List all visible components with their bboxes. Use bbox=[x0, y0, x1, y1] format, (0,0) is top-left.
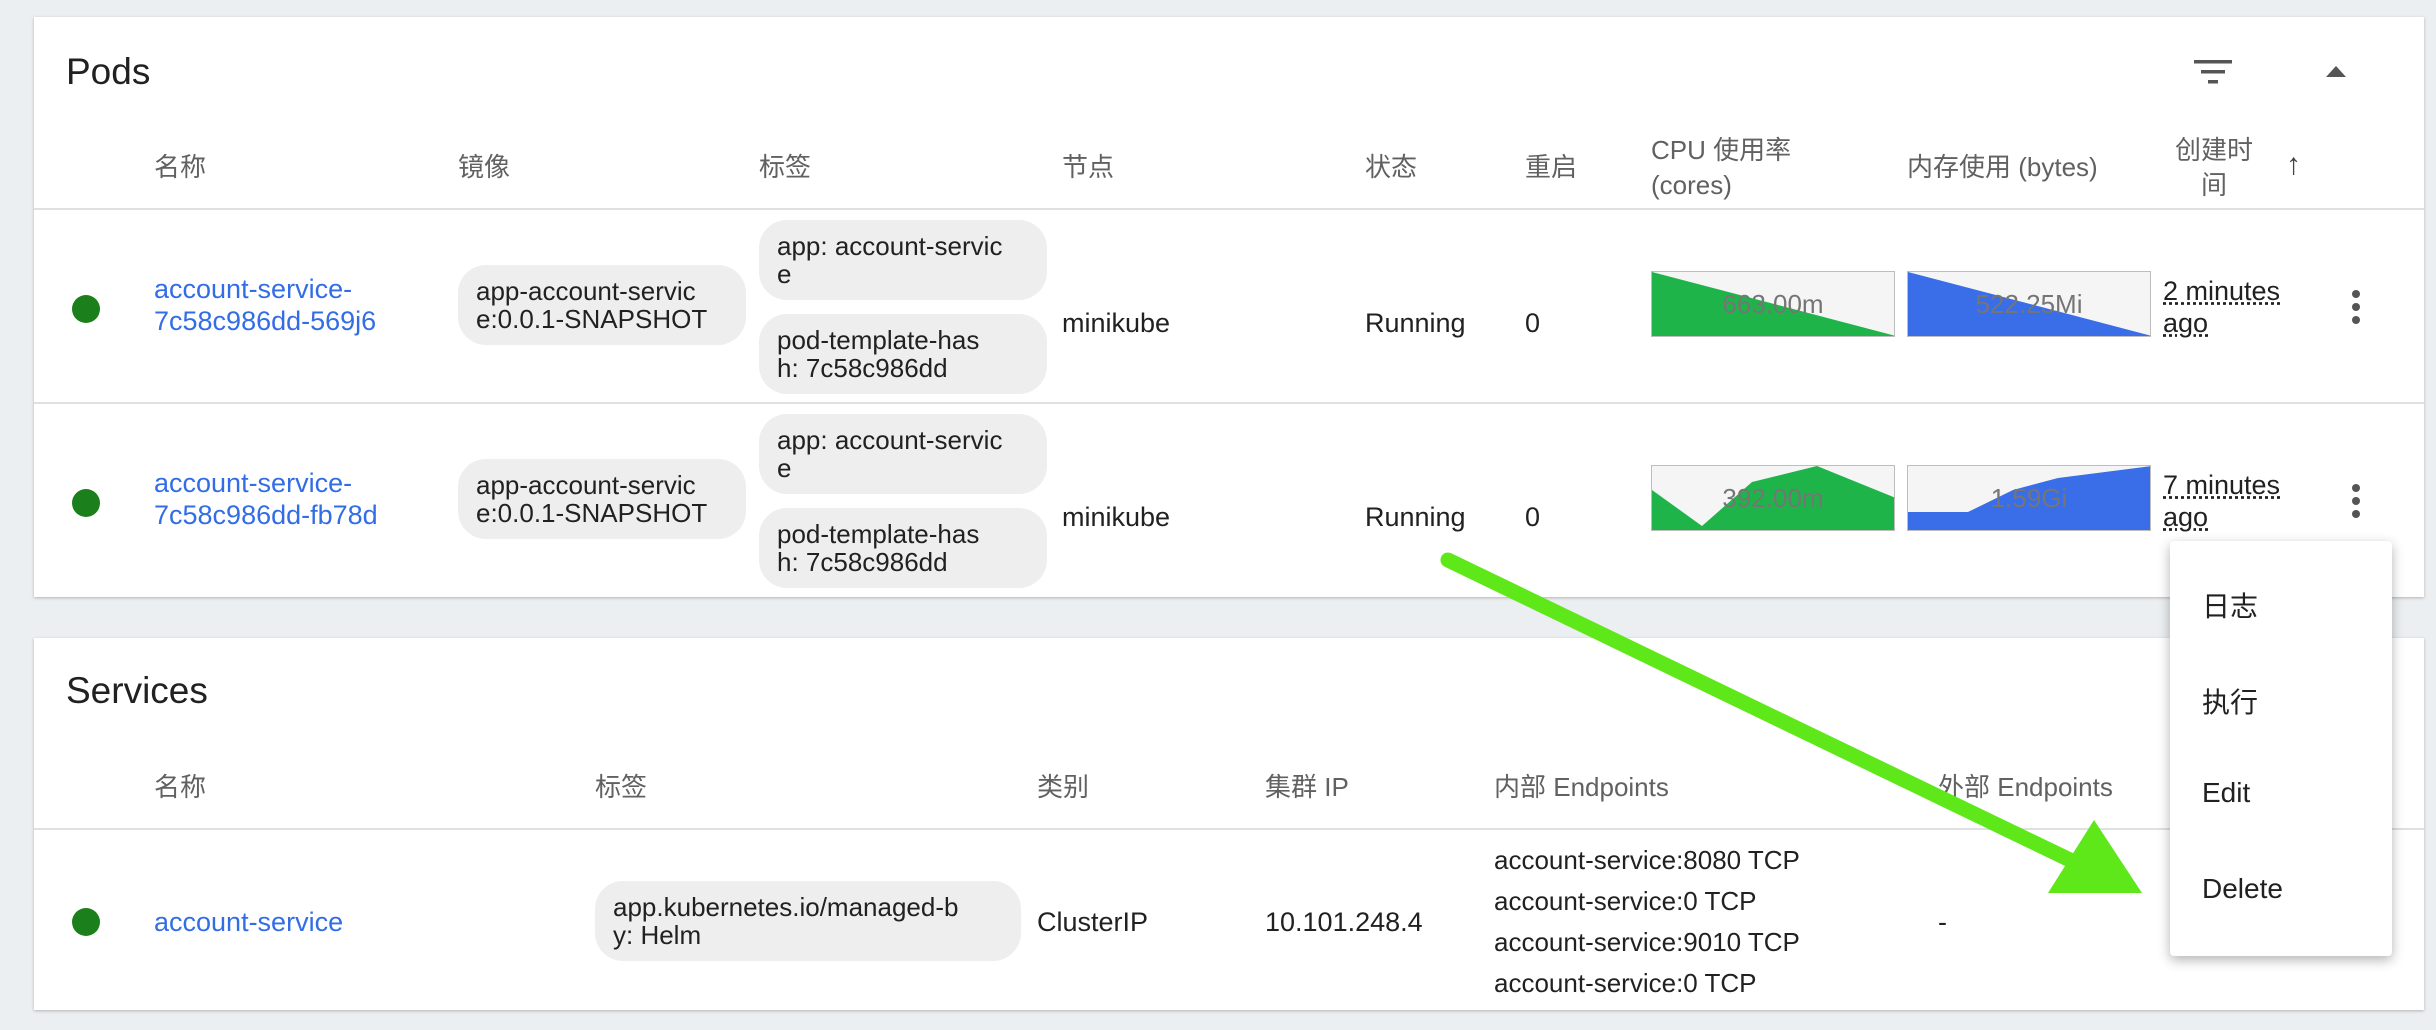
service-name-link[interactable]: account-service bbox=[154, 906, 343, 938]
header-cpu-line1: CPU 使用率 bbox=[1651, 135, 1792, 165]
label-line2: e bbox=[777, 453, 792, 483]
header-internal-endpoints[interactable]: 内部 Endpoints bbox=[1494, 770, 1669, 805]
header-created-line2: 间 bbox=[2201, 170, 2228, 200]
image-line1: app-account-servic bbox=[476, 470, 696, 500]
header-type[interactable]: 类别 bbox=[1037, 770, 1089, 805]
pods-title: Pods bbox=[66, 51, 151, 92]
pod-node: minikube bbox=[1062, 308, 1171, 338]
pod-age-line1: 7 minutes bbox=[2163, 470, 2281, 500]
header-status[interactable]: 状态 bbox=[1365, 150, 1417, 185]
image-line2: e:0.0.1-SNAPSHOT bbox=[476, 498, 708, 528]
label-line1: pod-template-has bbox=[777, 325, 980, 355]
menu-item-logs[interactable]: 日志 bbox=[2202, 585, 2258, 625]
header-cpu-line2: (cores) bbox=[1651, 170, 1732, 200]
header-memory[interactable]: 内存使用 (bytes) bbox=[1907, 150, 2098, 185]
filter-icon[interactable] bbox=[2194, 57, 2232, 87]
sort-ascending-icon[interactable]: ↑ bbox=[2286, 147, 2301, 182]
header-created-line1: 创建时 bbox=[2175, 135, 2254, 165]
menu-item-delete[interactable]: Delete bbox=[2202, 873, 2283, 905]
label-chip: app.kubernetes.io/managed-b y: Helm bbox=[595, 881, 1021, 961]
pod-name-link[interactable]: account-service- 7c58c986dd-fb78d bbox=[154, 467, 378, 531]
header-labels[interactable]: 标签 bbox=[595, 770, 647, 805]
label-line1: app: account-servic bbox=[777, 425, 1003, 455]
cpu-value: 392.00m bbox=[1722, 483, 1824, 513]
label-chip: app: account-servic e bbox=[759, 414, 1047, 494]
menu-item-edit[interactable]: Edit bbox=[2202, 777, 2250, 809]
label-chip: pod-template-has h: 7c58c986dd bbox=[759, 508, 1047, 588]
endpoint-item: account-service:0 TCP bbox=[1494, 886, 1757, 916]
header-node[interactable]: 节点 bbox=[1062, 150, 1114, 185]
header-created[interactable]: 创建时 间 bbox=[2175, 133, 2253, 203]
pod-age-line1: 2 minutes bbox=[2163, 276, 2281, 306]
memory-value: 522.25Mi bbox=[1975, 289, 2083, 319]
header-divider bbox=[34, 208, 2424, 210]
external-endpoints: - bbox=[1938, 907, 1947, 937]
running-status-icon bbox=[72, 908, 100, 936]
cpu-value: 663.00m bbox=[1722, 289, 1824, 319]
label-line1: app.kubernetes.io/managed-b bbox=[613, 892, 959, 922]
image-line2: e:0.0.1-SNAPSHOT bbox=[476, 304, 708, 334]
header-labels[interactable]: 标签 bbox=[759, 150, 811, 185]
pod-name-line2: 7c58c986dd-569j6 bbox=[154, 306, 377, 336]
pod-age[interactable]: 2 minutes ago bbox=[2163, 275, 2280, 339]
memory-sparkline[interactable]: 1.59Gi bbox=[1907, 465, 2151, 531]
header-image[interactable]: 镜像 bbox=[458, 150, 510, 185]
label-chip: pod-template-has h: 7c58c986dd bbox=[759, 314, 1047, 394]
pod-name-line1: account-service- bbox=[154, 468, 353, 498]
header-name[interactable]: 名称 bbox=[154, 150, 206, 185]
cpu-sparkline[interactable]: 663.00m bbox=[1651, 271, 1895, 337]
more-vert-icon[interactable] bbox=[2352, 290, 2360, 329]
label-line1: app: account-servic bbox=[777, 231, 1003, 261]
pod-restarts: 0 bbox=[1525, 502, 1541, 532]
label-line2: h: 7c58c986dd bbox=[777, 353, 948, 383]
internal-endpoints: account-service:8080 TCP account-service… bbox=[1494, 840, 1800, 1004]
memory-value: 1.59Gi bbox=[1990, 483, 2068, 513]
image-chip: app-account-servic e:0.0.1-SNAPSHOT bbox=[458, 265, 746, 345]
pod-node: minikube bbox=[1062, 502, 1171, 532]
service-cluster-ip: 10.101.248.4 bbox=[1265, 907, 1423, 937]
pod-name-link[interactable]: account-service- 7c58c986dd-569j6 bbox=[154, 273, 376, 337]
header-restarts[interactable]: 重启 bbox=[1525, 150, 1577, 185]
services-card: Services 名称 标签 类别 集群 IP 内部 Endpoints 外部 … bbox=[34, 638, 2424, 1010]
pod-name-line2: 7c58c986dd-fb78d bbox=[154, 500, 378, 530]
pod-age[interactable]: 7 minutes ago bbox=[2163, 469, 2280, 533]
image-chip: app-account-servic e:0.0.1-SNAPSHOT bbox=[458, 459, 746, 539]
endpoint-item: account-service:9010 TCP bbox=[1494, 927, 1800, 957]
header-cpu[interactable]: CPU 使用率 (cores) bbox=[1651, 133, 1791, 203]
pod-age-line2: ago bbox=[2163, 502, 2209, 532]
endpoint-item: account-service:0 TCP bbox=[1494, 968, 1757, 998]
label-line2: y: Helm bbox=[613, 920, 702, 950]
label-line2: e bbox=[777, 259, 792, 289]
running-status-icon bbox=[72, 295, 100, 323]
pod-restarts: 0 bbox=[1525, 308, 1541, 338]
pod-name-line1: account-service- bbox=[154, 274, 353, 304]
header-external-endpoints[interactable]: 外部 Endpoints bbox=[1938, 770, 2113, 805]
pod-status: Running bbox=[1365, 502, 1466, 532]
running-status-icon bbox=[72, 489, 100, 517]
pod-age-line2: ago bbox=[2163, 308, 2209, 338]
label-chip: app: account-servic e bbox=[759, 220, 1047, 300]
endpoint-item: account-service:8080 TCP bbox=[1494, 845, 1800, 875]
menu-item-exec[interactable]: 执行 bbox=[2202, 681, 2258, 721]
pods-card: Pods 名称 镜像 标签 节点 状态 重启 CPU 使用率 (cores) 内… bbox=[34, 17, 2424, 597]
row-divider bbox=[34, 402, 2424, 404]
row-actions-menu: 日志 执行 Edit Delete bbox=[2170, 541, 2392, 956]
image-line1: app-account-servic bbox=[476, 276, 696, 306]
label-line1: pod-template-has bbox=[777, 519, 980, 549]
service-type: ClusterIP bbox=[1037, 907, 1149, 937]
header-divider bbox=[34, 828, 2424, 830]
services-title: Services bbox=[66, 670, 208, 711]
memory-sparkline[interactable]: 522.25Mi bbox=[1907, 271, 2151, 337]
header-cluster-ip[interactable]: 集群 IP bbox=[1265, 770, 1349, 805]
cpu-sparkline[interactable]: 392.00m bbox=[1651, 465, 1895, 531]
pod-status: Running bbox=[1365, 308, 1466, 338]
header-name[interactable]: 名称 bbox=[154, 770, 206, 805]
more-vert-icon[interactable] bbox=[2352, 484, 2360, 523]
label-line2: h: 7c58c986dd bbox=[777, 547, 948, 577]
collapse-icon[interactable] bbox=[2324, 65, 2348, 79]
